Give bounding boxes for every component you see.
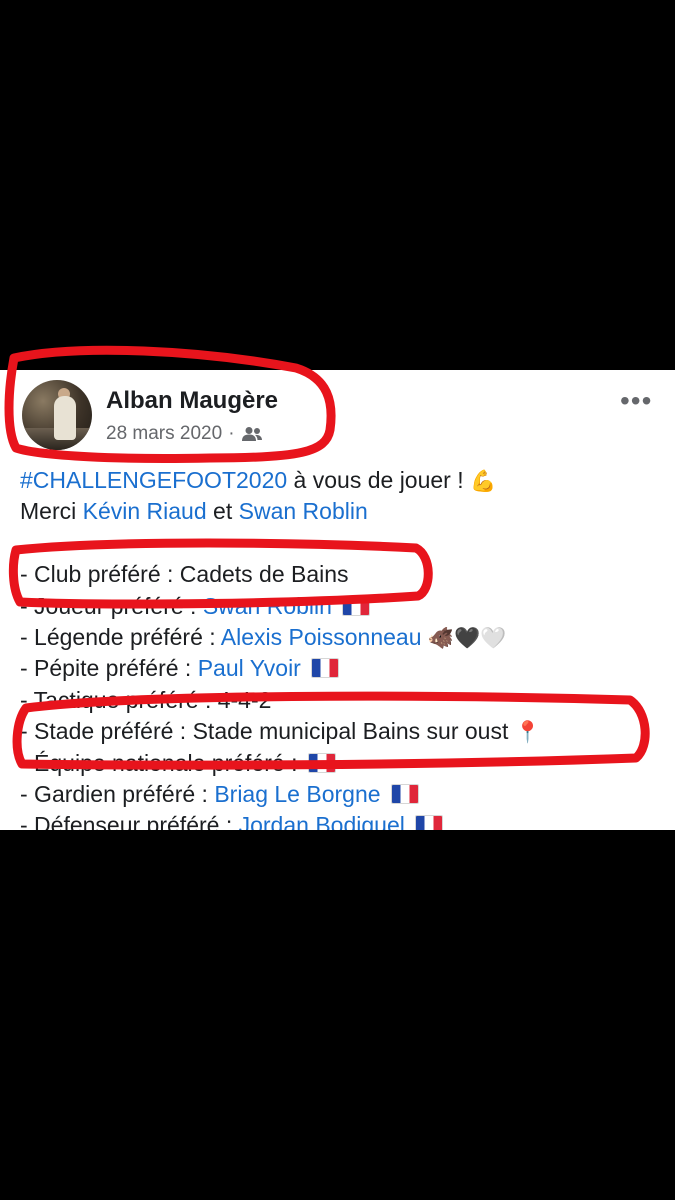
more-options-icon[interactable]: ••• [620, 387, 652, 415]
friends-icon[interactable] [241, 426, 263, 442]
list-text: - Pépite préféré : [20, 655, 198, 682]
flexed-biceps-emoji: 💪 [470, 469, 497, 493]
author-name[interactable]: Alban Maugère [106, 387, 278, 415]
tag-link[interactable]: Briag Le Borgne [214, 781, 380, 807]
tag-link[interactable]: Alexis Poissonneau [221, 624, 422, 650]
list-item-tactique: - Tactique préféré : 4-4-2 [20, 685, 660, 716]
list-item-pepite: - Pépite préféré : Paul Yvoir [20, 653, 660, 684]
post-line-thanks: Merci Kévin Riaud et Swan Roblin [20, 496, 660, 527]
france-flag-icon [342, 595, 371, 616]
challenge-text: à vous de jouer ! [287, 467, 464, 493]
list-item-stade: - Stade préféré : Stade municipal Bains … [20, 716, 660, 747]
facebook-post-card: Alban Maugère 28 mars 2020 · ••• #CHALLE… [0, 370, 675, 830]
list-item-equipe-nationale: - Équipe nationale préféré : [20, 748, 660, 779]
list-item-club: - Club préféré : Cadets de Bains [20, 559, 660, 590]
list-text: - Gardien préféré : [20, 780, 215, 807]
meta-separator: · [228, 423, 235, 444]
tag-kevin-riaud[interactable]: Kévin Riaud [83, 498, 207, 524]
tag-swan-roblin[interactable]: Swan Roblin [239, 498, 368, 524]
list-text: - Joueur préféré : [20, 592, 203, 619]
list-item-gardien: - Gardien préféré : Briag Le Borgne [20, 779, 660, 810]
boar-hearts-emoji: 🐗🖤🤍 [427, 625, 507, 650]
tag-link[interactable]: Paul Yvoir [198, 655, 301, 681]
thanks-mid: et [206, 498, 239, 525]
france-flag-icon [307, 752, 336, 773]
post-date[interactable]: 28 mars 2020 [106, 423, 222, 445]
list-text: - Équipe nationale préféré : [20, 749, 304, 776]
tag-link[interactable]: Jordan Bodiguel [239, 812, 405, 830]
avatar-figure [54, 396, 76, 440]
list-text: - Club préféré : Cadets de Bains [20, 561, 349, 588]
list-item-defenseur: - Défenseur préféré : Jordan Bodiguel [20, 810, 660, 830]
france-flag-icon [390, 783, 419, 804]
list-text: - Légende préféré : [20, 623, 221, 650]
thanks-prefix: Merci [20, 498, 83, 525]
list-text: - Défenseur préféré : [20, 812, 239, 830]
list-item-joueur: - Joueur préféré : Swan Roblin [20, 591, 660, 622]
list-item-legende: - Légende préféré : Alexis Poissonneau 🐗… [20, 622, 660, 653]
tag-link[interactable]: Swan Roblin [203, 593, 332, 619]
post-meta: 28 mars 2020 · [106, 423, 263, 445]
post-line-challenge: #CHALLENGEFOOT2020 à vous de jouer ! 💪 [20, 465, 660, 496]
france-flag-icon [311, 658, 340, 679]
list-text: - Stade préféré : Stade municipal Bains … [20, 718, 509, 745]
post-body: #CHALLENGEFOOT2020 à vous de jouer ! 💪 M… [20, 465, 660, 830]
list-text: - Tactique préféré : 4-4-2 [20, 686, 272, 713]
france-flag-icon [415, 815, 444, 830]
avatar[interactable] [22, 380, 92, 450]
hashtag-link[interactable]: #CHALLENGEFOOT2020 [20, 467, 287, 493]
round-pushpin-emoji: 📍 [514, 720, 541, 745]
